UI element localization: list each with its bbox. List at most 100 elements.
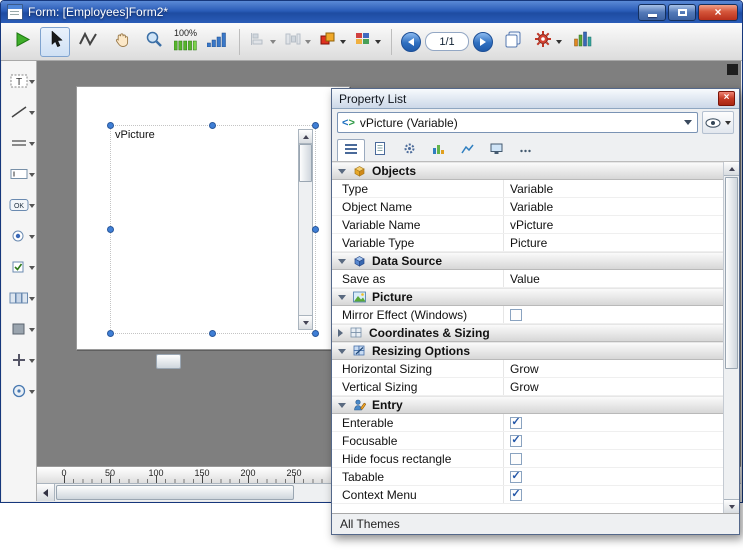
scroll-left-button[interactable] <box>37 484 55 501</box>
property-list-close-button[interactable]: × <box>718 91 735 106</box>
checkbox-tool[interactable] <box>2 251 36 282</box>
chevron-down-icon[interactable] <box>29 328 35 332</box>
radio-button-tool[interactable] <box>2 220 36 251</box>
object-horizontal-scrollbar-thumb[interactable] <box>156 354 181 369</box>
object-vertical-scrollbar[interactable] <box>298 129 313 330</box>
zoom-level-control[interactable]: 100% <box>172 27 199 57</box>
layer-color-button[interactable] <box>317 27 349 57</box>
chevron-down-icon[interactable] <box>29 266 35 270</box>
page-number-field[interactable]: 1/1 <box>425 32 469 51</box>
align-button[interactable] <box>247 27 279 57</box>
property-value[interactable]: Grow <box>504 362 539 376</box>
chevron-down-icon[interactable] <box>29 204 35 208</box>
splitter-lines-tool[interactable] <box>2 127 36 158</box>
property-value[interactable]: Picture <box>504 236 547 250</box>
tab-control-tool[interactable] <box>2 282 36 313</box>
theme-filter[interactable]: All Themes <box>332 513 739 534</box>
chevron-down-icon[interactable] <box>29 297 35 301</box>
marker-button[interactable] <box>73 27 103 57</box>
property-value[interactable]: Variable <box>504 200 553 214</box>
tabable-checkbox[interactable] <box>510 471 522 483</box>
scroll-up-button[interactable] <box>724 162 739 176</box>
context-menu-checkbox[interactable] <box>510 489 522 501</box>
grid-color-button[interactable] <box>352 27 384 57</box>
section-header-coordinates-sizing[interactable]: Coordinates & Sizing <box>332 324 723 342</box>
section-header-data-source[interactable]: Data Source <box>332 252 723 270</box>
chevron-down-icon[interactable] <box>29 390 35 394</box>
disclosure-triangle[interactable] <box>338 349 346 354</box>
line-tool[interactable] <box>2 96 36 127</box>
scroll-down-button[interactable] <box>299 315 312 329</box>
pointer-button[interactable] <box>40 27 70 57</box>
section-header-picture[interactable]: Picture <box>332 288 723 306</box>
property-tab-more[interactable] <box>511 139 539 161</box>
scroll-down-button[interactable] <box>724 499 739 513</box>
zoom-button[interactable] <box>139 27 169 57</box>
chevron-down-icon[interactable] <box>29 111 35 115</box>
section-header-objects[interactable]: Objects <box>332 162 723 180</box>
property-value[interactable]: Variable <box>504 182 553 196</box>
button-tool[interactable]: OK <box>2 189 36 220</box>
chevron-down-icon[interactable] <box>29 235 35 239</box>
disclosure-triangle[interactable] <box>338 403 346 408</box>
disclosure-triangle[interactable] <box>338 259 346 264</box>
object-selector-dropdown[interactable]: < > vPicture (Variable) <box>337 112 698 133</box>
hand-button[interactable] <box>106 27 136 57</box>
distribute-button[interactable] <box>282 27 314 57</box>
property-value[interactable]: Grow <box>504 380 539 394</box>
scroll-up-button[interactable] <box>299 130 312 144</box>
text-tool[interactable]: T <box>2 65 36 96</box>
title-bar[interactable]: Form: [Employees]Form2* × <box>1 1 742 23</box>
rectangle-tool[interactable] <box>2 313 36 344</box>
selection-handle-bottom-right[interactable] <box>312 330 319 337</box>
focusable-checkbox[interactable] <box>510 435 522 447</box>
run-button[interactable] <box>7 27 37 57</box>
picture-object[interactable]: vPicture <box>110 125 316 334</box>
minimize-button[interactable] <box>638 4 666 21</box>
selection-handle-bottom-center[interactable] <box>209 330 216 337</box>
previous-page-button[interactable] <box>401 32 421 52</box>
selection-handle-mid-left[interactable] <box>107 226 114 233</box>
mover-tool[interactable] <box>2 344 36 375</box>
chevron-down-icon[interactable] <box>29 80 35 84</box>
disclosure-triangle[interactable] <box>338 329 343 337</box>
form-page[interactable]: vPicture <box>76 86 350 350</box>
property-tab-events[interactable] <box>424 139 452 161</box>
property-value[interactable]: Value <box>504 272 540 286</box>
next-page-button[interactable] <box>473 32 493 52</box>
chart-bars-button[interactable] <box>568 27 598 57</box>
property-value[interactable]: vPicture <box>504 218 553 232</box>
property-list-scrollbar[interactable] <box>723 162 739 513</box>
chevron-down-icon[interactable] <box>29 359 35 363</box>
zoom-bars-button[interactable] <box>202 27 232 57</box>
mirror-effect-windows-checkbox[interactable] <box>510 309 522 321</box>
disclosure-triangle[interactable] <box>338 169 346 174</box>
property-tab-page[interactable] <box>366 139 394 161</box>
disclosure-triangle[interactable] <box>338 295 346 300</box>
plugin-tool[interactable] <box>2 375 36 406</box>
section-header-entry[interactable]: Entry <box>332 396 723 414</box>
section-header-resizing-options[interactable]: Resizing Options <box>332 342 723 360</box>
chevron-down-icon[interactable] <box>29 142 35 146</box>
pages-button[interactable] <box>498 27 528 57</box>
scrollbar-thumb[interactable] <box>725 177 738 369</box>
chevron-down-icon[interactable] <box>29 173 35 177</box>
close-button[interactable]: × <box>698 4 738 21</box>
property-tab-list[interactable] <box>337 139 365 161</box>
property-tab-plot[interactable] <box>453 139 481 161</box>
property-tab-monitor[interactable] <box>482 139 510 161</box>
scrollbar-thumb[interactable] <box>56 485 294 500</box>
property-list-title-bar[interactable]: Property List × <box>332 89 739 109</box>
selection-handle-top-right[interactable] <box>312 122 319 129</box>
selection-handle-mid-right[interactable] <box>312 226 319 233</box>
scrollbar-thumb[interactable] <box>299 144 312 182</box>
field-tool[interactable] <box>2 158 36 189</box>
selection-handle-top-left[interactable] <box>107 122 114 129</box>
enterable-checkbox[interactable] <box>510 417 522 429</box>
gear-red-button[interactable] <box>531 27 565 57</box>
maximize-button[interactable] <box>668 4 696 21</box>
visibility-options-button[interactable] <box>702 111 734 134</box>
property-tab-gear[interactable] <box>395 139 423 161</box>
selection-handle-bottom-left[interactable] <box>107 330 114 337</box>
hide-focus-rectangle-checkbox[interactable] <box>510 453 522 465</box>
